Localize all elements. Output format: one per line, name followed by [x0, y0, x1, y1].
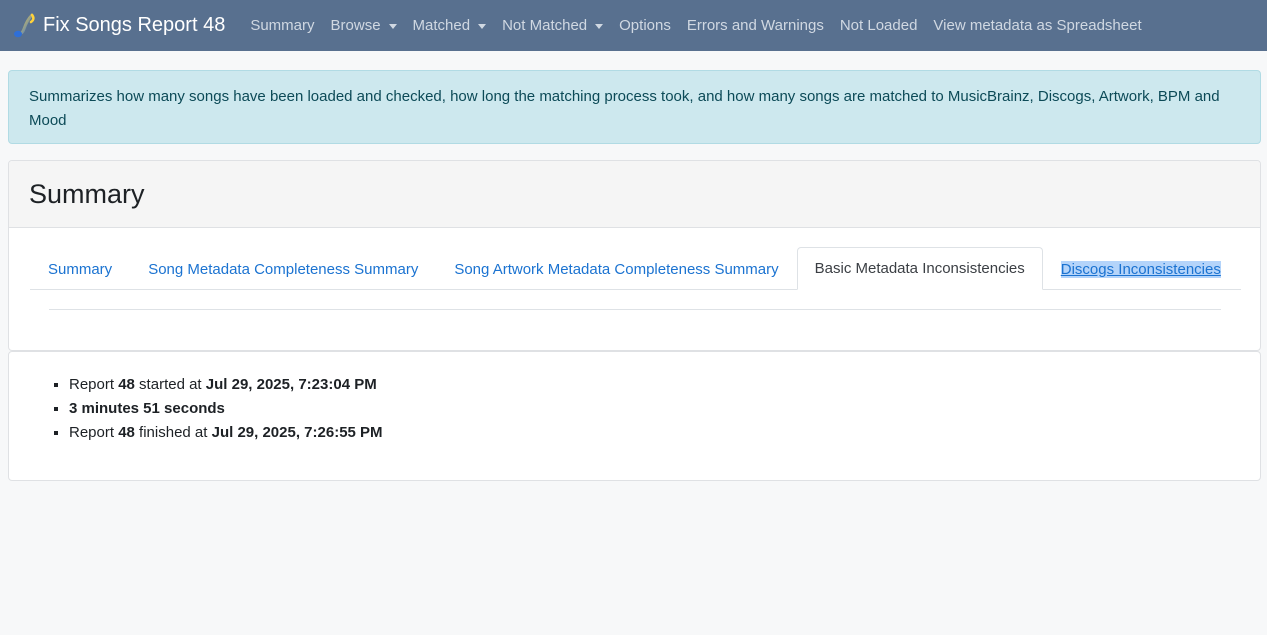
summary-card: Summary Summary Song Metadata Completene… [8, 160, 1261, 351]
nav-view-spreadsheet-label: View metadata as Spreadsheet [933, 17, 1142, 34]
nav-matched-label: Matched [412, 17, 471, 34]
nav-not-matched-label: Not Matched [502, 17, 588, 34]
nav-not-loaded-label: Not Loaded [839, 17, 918, 34]
nav-errors-and-warnings[interactable]: Errors and Warnings [679, 17, 832, 34]
report-started-item: Report 48 started at Jul 29, 2025, 7:23:… [69, 373, 1260, 397]
music-note-icon [12, 13, 36, 39]
report-timing-box: Report 48 started at Jul 29, 2025, 7:23:… [8, 351, 1261, 481]
nav-errors-label: Errors and Warnings [686, 17, 824, 34]
tab-pane-divider [49, 309, 1221, 310]
nav-summary-label: Summary [250, 17, 315, 34]
tab-basic-metadata-label: Basic Metadata Inconsistencies [814, 260, 1025, 277]
report-duration: 3 minutes 51 seconds [69, 400, 225, 417]
card-title: Summary [29, 178, 145, 209]
nav-not-matched-dropdown[interactable]: Not Matched [494, 17, 611, 34]
report-number: 48 [118, 376, 135, 393]
tab-song-artwork-completeness[interactable]: Song Artwork Metadata Completeness Summa… [436, 248, 796, 290]
report-duration-item: 3 minutes 51 seconds [69, 397, 1260, 421]
report-number: 48 [118, 424, 135, 441]
top-navbar: Fix Songs Report 48 Summary Browse Match… [0, 0, 1267, 51]
nav-browse-label: Browse [330, 17, 381, 34]
tab-song-metadata-completeness[interactable]: Song Metadata Completeness Summary [130, 248, 436, 290]
summary-tabs: Summary Song Metadata Completeness Summa… [30, 247, 1241, 290]
report-finished-prefix: Report [69, 424, 119, 441]
report-started-middle: started at [134, 376, 206, 393]
tab-summary[interactable]: Summary [30, 248, 130, 290]
nav-view-spreadsheet[interactable]: View metadata as Spreadsheet [925, 17, 1149, 34]
tab-discogs-inconsistencies[interactable]: Discogs Inconsistencies [1043, 248, 1239, 290]
tab-discogs-label: Discogs Inconsistencies [1060, 260, 1221, 278]
alert-text: Summarizes how many songs have been load… [29, 88, 1220, 129]
nav-options[interactable]: Options [611, 17, 679, 34]
report-started-prefix: Report [69, 376, 119, 393]
report-start-time: Jul 29, 2025, 7:23:04 PM [205, 376, 377, 393]
nav-browse-dropdown[interactable]: Browse [323, 17, 405, 34]
nav-summary[interactable]: Summary [242, 17, 322, 34]
caret-down-icon [478, 23, 487, 29]
report-finish-time: Jul 29, 2025, 7:26:55 PM [211, 424, 383, 441]
report-finished-middle: finished at [134, 424, 212, 441]
nav-not-loaded[interactable]: Not Loaded [832, 17, 926, 34]
nav-matched-dropdown[interactable]: Matched [405, 17, 495, 34]
tab-basic-metadata-inconsistencies[interactable]: Basic Metadata Inconsistencies [796, 247, 1043, 290]
brand-link[interactable]: Fix Songs Report 48 [12, 13, 225, 39]
tab-song-metadata-label: Song Metadata Completeness Summary [148, 260, 419, 278]
info-alert: Summarizes how many songs have been load… [8, 70, 1261, 144]
report-finished-item: Report 48 finished at Jul 29, 2025, 7:26… [69, 421, 1260, 445]
tab-song-artwork-label: Song Artwork Metadata Completeness Summa… [454, 260, 779, 278]
nav-options-label: Options [619, 17, 671, 34]
caret-down-icon [388, 23, 397, 29]
nav-links: Summary Browse Matched Not Matched Optio… [242, 17, 1149, 34]
card-header: Summary [9, 161, 1260, 228]
caret-down-icon [595, 23, 604, 29]
tab-summary-label: Summary [48, 260, 113, 278]
report-timing-list: Report 48 started at Jul 29, 2025, 7:23:… [9, 373, 1260, 445]
brand-title: Fix Songs Report 48 [43, 14, 226, 36]
